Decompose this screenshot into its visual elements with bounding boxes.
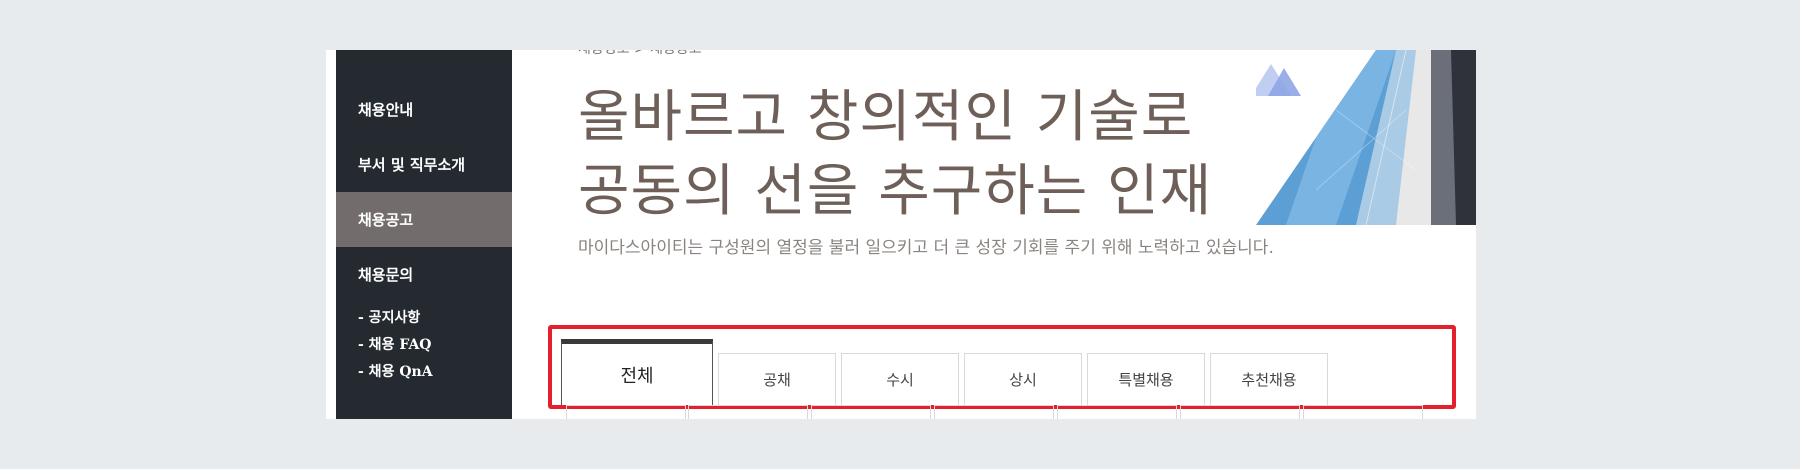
sidebar-subitem-notice[interactable]: - 공지사항 bbox=[358, 307, 420, 327]
tab-rolling[interactable]: 수시 bbox=[841, 353, 959, 405]
list-item-edge bbox=[1303, 405, 1423, 419]
list-item-edge bbox=[934, 405, 1054, 419]
hero-image bbox=[1256, 50, 1476, 225]
page-headline-line2: 공동의 선을 추구하는 인재 bbox=[578, 159, 1213, 224]
list-item-edge bbox=[1180, 405, 1300, 419]
sidebar-subitem-qna[interactable]: - 채용 QnA bbox=[358, 361, 433, 381]
sidebar-item-recruit-guide[interactable]: 채용안내 bbox=[336, 82, 512, 137]
list-item-edge bbox=[1057, 405, 1177, 419]
list-item-edge bbox=[566, 405, 686, 419]
list-item-edge bbox=[688, 405, 808, 419]
sidebar-subitem-faq[interactable]: - 채용 FAQ bbox=[358, 334, 432, 354]
sidebar: 채용안내 부서 및 직무소개 채용공고 채용문의 - 공지사항 - 채용 FAQ… bbox=[336, 50, 512, 419]
breadcrumb: 채용정보 > 채용공고 bbox=[578, 50, 702, 58]
sidebar-item-inquiry[interactable]: 채용문의 bbox=[336, 247, 512, 302]
sidebar-item-job-postings[interactable]: 채용공고 bbox=[336, 192, 512, 247]
tab-open-recruitment[interactable]: 공채 bbox=[718, 353, 836, 405]
tab-special[interactable]: 특별채용 bbox=[1087, 353, 1205, 405]
tab-always[interactable]: 상시 bbox=[964, 353, 1082, 405]
page-subtitle: 마이다스아이티는 구성원의 열정을 불러 일으키고 더 큰 성장 기회를 주기 … bbox=[578, 238, 1274, 258]
tab-all[interactable]: 전체 bbox=[561, 339, 713, 405]
page-frame: 채용안내 부서 및 직무소개 채용공고 채용문의 - 공지사항 - 채용 FAQ… bbox=[326, 50, 1476, 419]
page-headline-line1: 올바르고 창의적인 기술로 bbox=[578, 85, 1194, 150]
sidebar-item-departments[interactable]: 부서 및 직무소개 bbox=[336, 137, 512, 192]
tab-referral[interactable]: 추천채용 bbox=[1210, 353, 1328, 405]
list-item-edge bbox=[811, 405, 931, 419]
